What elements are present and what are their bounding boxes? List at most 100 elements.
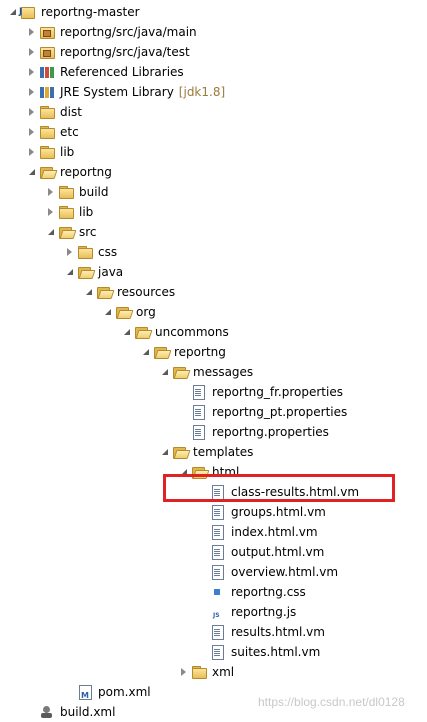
- tree-item-label: reportng/src/java/test: [60, 45, 190, 59]
- expand-arrow-icon[interactable]: [122, 322, 134, 342]
- tree-item[interactable]: output.html.vm: [198, 542, 325, 562]
- tree-item-label: reportng.js: [231, 605, 297, 619]
- tree-item[interactable]: java: [65, 262, 124, 282]
- tree-item-label: class-results.html.vm: [231, 485, 360, 499]
- tree-item[interactable]: uncommons: [122, 322, 230, 342]
- tree-item-label: resources: [117, 285, 176, 299]
- tree-item[interactable]: reportng/src/java/test: [27, 42, 191, 62]
- expand-arrow-icon[interactable]: [141, 342, 153, 362]
- tree-item[interactable]: html: [179, 462, 240, 482]
- tree-item-label: dist: [60, 105, 82, 119]
- tree-item-label: index.html.vm: [231, 525, 318, 539]
- tree-item[interactable]: reportng.css: [198, 582, 307, 602]
- tree-item[interactable]: reportng_fr.properties: [179, 382, 344, 402]
- tree-item-label: xml: [212, 665, 235, 679]
- collapse-arrow-icon[interactable]: [46, 202, 58, 222]
- collapse-arrow-icon[interactable]: [27, 122, 39, 142]
- tree-item-label: reportng.css: [231, 585, 306, 599]
- tree-item-label: org: [136, 305, 156, 319]
- expand-arrow-icon[interactable]: [103, 302, 115, 322]
- tree-item[interactable]: index.html.vm: [198, 522, 319, 542]
- watermark: https://blog.csdn.net/dl0128: [258, 695, 405, 709]
- folder-icon: [58, 204, 74, 220]
- tree-item[interactable]: dist: [27, 102, 83, 122]
- tree-item[interactable]: reportng-master: [8, 2, 141, 22]
- collapse-arrow-icon[interactable]: [27, 82, 39, 102]
- tree-item[interactable]: reportng_pt.properties: [179, 402, 348, 422]
- tree-item[interactable]: messages: [160, 362, 254, 382]
- expand-arrow-icon[interactable]: [179, 462, 191, 482]
- open-folder-icon: [134, 324, 150, 340]
- tree-item[interactable]: suites.html.vm: [198, 642, 321, 662]
- folder-icon: [39, 144, 55, 160]
- tree-item-label: build: [79, 185, 109, 199]
- open-folder-icon: [96, 284, 112, 300]
- source-folder-icon: [39, 44, 55, 60]
- collapse-arrow-icon[interactable]: [46, 182, 58, 202]
- collapse-arrow-icon[interactable]: [27, 102, 39, 122]
- expand-arrow-icon[interactable]: [27, 162, 39, 182]
- tree-item[interactable]: groups.html.vm: [198, 502, 327, 522]
- tree-item[interactable]: reportng: [27, 162, 113, 182]
- tree-item-label: css: [98, 245, 118, 259]
- collapse-arrow-icon[interactable]: [27, 22, 39, 42]
- tree-item-label: Referenced Libraries: [60, 65, 184, 79]
- tree-item[interactable]: lib: [27, 142, 75, 162]
- open-folder-icon: [77, 264, 93, 280]
- tree-item[interactable]: src: [46, 222, 98, 242]
- open-folder-icon: [58, 224, 74, 240]
- collapse-arrow-icon[interactable]: [179, 662, 191, 682]
- collapse-arrow-icon[interactable]: [65, 242, 77, 262]
- tree-item-label: reportng_fr.properties: [212, 385, 343, 399]
- expand-arrow-icon[interactable]: [160, 442, 172, 462]
- tree-item[interactable]: reportng: [141, 342, 227, 362]
- tree-item[interactable]: class-results.html.vm: [198, 482, 360, 502]
- tree-item-label: reportng-master: [41, 5, 140, 19]
- tree-item-label: pom.xml: [98, 685, 151, 699]
- expand-arrow-icon[interactable]: [160, 362, 172, 382]
- tree-item[interactable]: templates: [160, 442, 254, 462]
- tree-item-label: uncommons: [155, 325, 229, 339]
- tree-item-label: java: [98, 265, 124, 279]
- tree-item-label: groups.html.vm: [231, 505, 326, 519]
- tree-item[interactable]: lib: [46, 202, 94, 222]
- tree-item-label: src: [79, 225, 97, 239]
- tree-item[interactable]: reportng/src/java/main: [27, 22, 198, 42]
- source-folder-icon: [39, 24, 55, 40]
- tree-item[interactable]: xml: [179, 662, 235, 682]
- tree-item[interactable]: css: [65, 242, 118, 262]
- tree-item[interactable]: build: [46, 182, 110, 202]
- tree-item[interactable]: results.html.vm: [198, 622, 326, 642]
- collapse-arrow-icon[interactable]: [27, 42, 39, 62]
- tree-item[interactable]: JRE System Library [jdk1.8]: [27, 82, 225, 102]
- tree-item-label: lib: [79, 205, 94, 219]
- tree-item-label: etc: [60, 125, 79, 139]
- tree-item[interactable]: reportng.js: [198, 602, 297, 626]
- expand-arrow-icon[interactable]: [84, 282, 96, 302]
- tree-item[interactable]: resources: [84, 282, 176, 302]
- tree-item[interactable]: etc: [27, 122, 80, 142]
- tree-item-label: html: [212, 465, 240, 479]
- collapse-arrow-icon[interactable]: [27, 142, 39, 162]
- open-folder-icon: [115, 304, 131, 320]
- tree-item[interactable]: org: [103, 302, 157, 322]
- tree-item[interactable]: reportng.properties: [179, 422, 330, 442]
- expand-arrow-icon[interactable]: [46, 222, 58, 242]
- collapse-arrow-icon[interactable]: [27, 62, 39, 82]
- tree-item-label: reportng/src/java/main: [60, 25, 197, 39]
- tree-item[interactable]: build.xml: [27, 702, 116, 722]
- tree-item[interactable]: Referenced Libraries: [27, 62, 185, 82]
- tree-item[interactable]: overview.html.vm: [198, 562, 339, 582]
- tree-item[interactable]: pom.xml: [65, 682, 152, 706]
- folder-icon: [39, 124, 55, 140]
- expand-arrow-icon[interactable]: [65, 262, 77, 282]
- file-icon: [210, 624, 226, 640]
